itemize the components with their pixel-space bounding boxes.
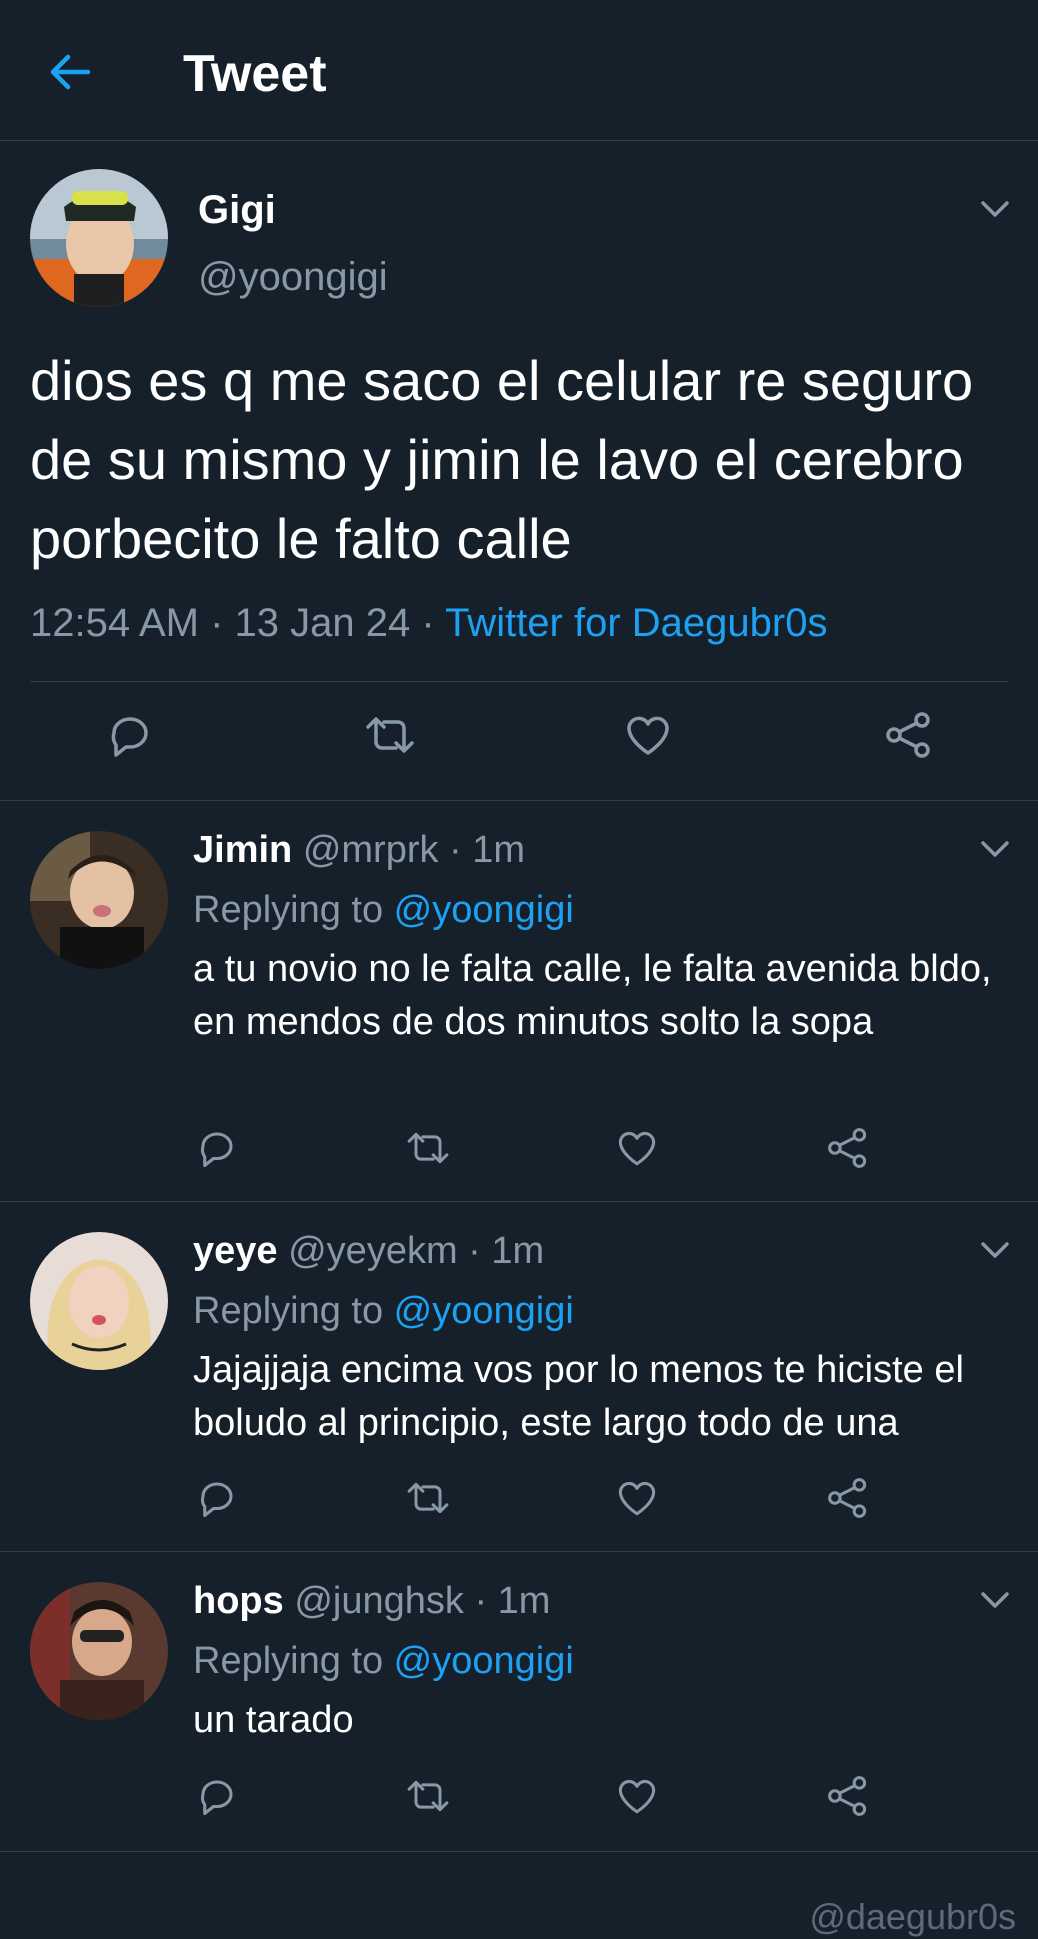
retweet-icon[interactable]: [404, 1477, 452, 1519]
reply-icon[interactable]: [196, 1127, 238, 1169]
reply-author-name[interactable]: hops: [193, 1580, 284, 1622]
tweet-actions: [0, 711, 1038, 771]
replying-to: Replying to @yoongigi: [193, 1287, 574, 1335]
author-name[interactable]: Gigi: [198, 186, 276, 234]
retweet-icon[interactable]: [404, 1775, 452, 1817]
tweet-meta: 12:54 AM · 13 Jan 24 · Twitter for Daegu…: [30, 599, 827, 647]
reply-icon[interactable]: [106, 711, 154, 759]
page-title: Tweet: [183, 45, 327, 103]
reply-icon[interactable]: [196, 1775, 238, 1817]
reply-text: a tu novio no le falta calle, le falta a…: [193, 948, 992, 1043]
reply-text: un tarado: [193, 1699, 354, 1741]
reply-actions: [0, 1127, 1038, 1177]
main-tweet: Gigi @yoongigi dios es q me saco el celu…: [0, 141, 1038, 801]
avatar[interactable]: [30, 831, 168, 969]
replying-to-label: Replying to: [193, 889, 394, 931]
reply-header: Jimin @mrprk · 1m: [193, 826, 525, 874]
share-icon[interactable]: [826, 1477, 870, 1519]
reply-tweet[interactable]: yeye @yeyekm · 1m Replying to @yoongigi …: [0, 1202, 1038, 1552]
tweet-source-link[interactable]: Twitter for Daegubr0s: [445, 601, 827, 645]
avatar[interactable]: [30, 1232, 168, 1370]
retweet-icon[interactable]: [404, 1127, 452, 1169]
reply-icon[interactable]: [196, 1477, 238, 1519]
reply-header: hops @junghsk · 1m: [193, 1577, 550, 1625]
top-bar: Tweet: [0, 0, 1038, 141]
reply-author-name[interactable]: Jimin: [193, 829, 292, 871]
mention-link[interactable]: @yoongigi: [394, 1290, 574, 1332]
reply-text: Jajajjaja encima vos por lo menos te hic…: [193, 1349, 964, 1444]
replying-to-label: Replying to: [193, 1290, 394, 1332]
like-heart-icon[interactable]: [616, 1775, 658, 1817]
reply-tweet[interactable]: hops @junghsk · 1m Replying to @yoongigi…: [0, 1552, 1038, 1852]
share-icon[interactable]: [826, 1127, 870, 1169]
reply-header: yeye @yeyekm · 1m: [193, 1227, 544, 1275]
author-handle[interactable]: @yoongigi: [198, 253, 388, 301]
reply-tweet[interactable]: Jimin @mrprk · 1m Replying to @yoongigi …: [0, 801, 1038, 1202]
share-icon[interactable]: [826, 1775, 870, 1817]
replying-to-label: Replying to: [193, 1640, 394, 1682]
retweet-icon[interactable]: [362, 711, 418, 759]
avatar[interactable]: [30, 169, 168, 307]
like-heart-icon[interactable]: [616, 1477, 658, 1519]
reply-author-handle[interactable]: @yeyekm · 1m: [288, 1230, 544, 1272]
replying-to: Replying to @yoongigi: [193, 1637, 574, 1685]
chevron-down-icon[interactable]: [980, 1240, 1010, 1260]
mention-link[interactable]: @yoongigi: [394, 1640, 574, 1682]
avatar[interactable]: [30, 1582, 168, 1720]
watermark: @daegubr0s: [809, 1896, 1016, 1937]
reply-author-name[interactable]: yeye: [193, 1230, 278, 1272]
replying-to: Replying to @yoongigi: [193, 886, 574, 934]
divider: [30, 681, 1008, 682]
chevron-down-icon[interactable]: [980, 1590, 1010, 1610]
reply-author-handle[interactable]: @mrprk · 1m: [303, 829, 525, 871]
like-heart-icon[interactable]: [616, 1127, 658, 1169]
chevron-down-icon[interactable]: [980, 199, 1010, 219]
like-heart-icon[interactable]: [624, 711, 672, 759]
share-icon[interactable]: [884, 711, 934, 759]
tweet-text: dios es q me saco el celular re seguro d…: [30, 349, 974, 570]
chevron-down-icon[interactable]: [980, 839, 1010, 859]
back-arrow-icon[interactable]: [44, 46, 96, 98]
reply-actions: [0, 1775, 1038, 1825]
reply-actions: [0, 1477, 1038, 1527]
mention-link[interactable]: @yoongigi: [394, 889, 574, 931]
tweet-timestamp: 12:54 AM · 13 Jan 24 ·: [30, 601, 446, 645]
reply-author-handle[interactable]: @junghsk · 1m: [294, 1580, 550, 1622]
